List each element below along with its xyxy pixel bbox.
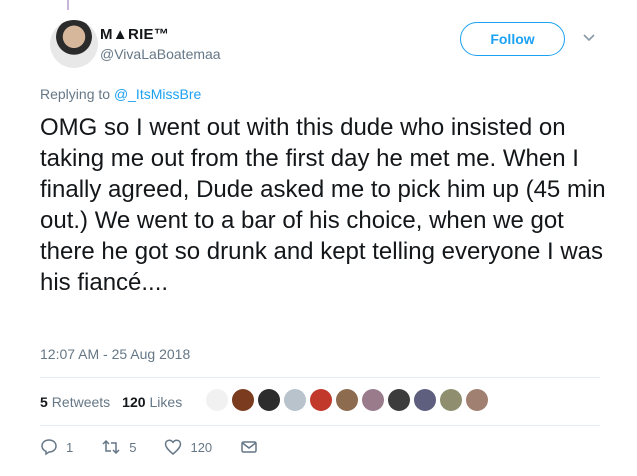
liker-avatar[interactable] [258, 389, 280, 411]
replying-to: Replying to @_ItsMissBre [40, 86, 201, 102]
heart-icon [165, 439, 182, 455]
replying-prefix: Replying to [40, 86, 114, 102]
liker-avatar[interactable] [206, 389, 228, 411]
like-count: 120 [190, 439, 213, 455]
liker-avatar[interactable] [466, 389, 488, 411]
action-bar: 1 5 120 [40, 438, 294, 456]
divider [40, 425, 600, 426]
message-action[interactable] [240, 438, 266, 456]
tweet-text: OMG so I went out with this dude who ins… [40, 114, 606, 296]
liker-avatar[interactable] [388, 389, 410, 411]
avatar[interactable] [50, 20, 98, 68]
liker-avatar[interactable] [336, 389, 358, 411]
reply-action[interactable]: 1 [40, 438, 73, 456]
liker-avatars [206, 389, 488, 411]
tweet-timestamp[interactable]: 12:07 AM - 25 Aug 2018 [40, 346, 190, 362]
display-name[interactable]: M▲RIE™ [100, 26, 169, 43]
likes-stat[interactable]: 120 Likes [122, 394, 182, 410]
liker-avatar[interactable] [362, 389, 384, 411]
likes-label: Likes [149, 394, 183, 410]
liker-avatar[interactable] [232, 389, 254, 411]
liker-avatar[interactable] [284, 389, 306, 411]
reply-count: 1 [66, 439, 74, 455]
retweets-stat[interactable]: 5 Retweets [40, 394, 110, 410]
retweet-icon [102, 439, 120, 455]
follow-button[interactable]: Follow [460, 22, 565, 56]
reply-icon [41, 439, 57, 456]
divider [40, 377, 600, 378]
thread-line [67, 0, 69, 10]
retweets-label: Retweets [51, 394, 111, 410]
like-action[interactable]: 120 [164, 438, 212, 456]
liker-avatar[interactable] [440, 389, 462, 411]
user-handle[interactable]: @VivaLaBoatemaa [100, 46, 221, 62]
tweet-header: M▲RIE™ @VivaLaBoatemaa Follow [30, 14, 610, 74]
chevron-down-icon[interactable] [581, 30, 597, 46]
reply-mention-link[interactable]: @_ItsMissBre [114, 86, 201, 102]
retweets-count: 5 [40, 394, 48, 410]
retweet-count: 5 [129, 439, 137, 455]
liker-avatar[interactable] [414, 389, 436, 411]
engagement-stats: 5 Retweets 120 Likes [40, 390, 194, 414]
liker-avatar[interactable] [310, 389, 332, 411]
retweet-action[interactable]: 5 [101, 438, 136, 456]
message-icon [241, 441, 257, 453]
likes-count: 120 [122, 394, 146, 410]
